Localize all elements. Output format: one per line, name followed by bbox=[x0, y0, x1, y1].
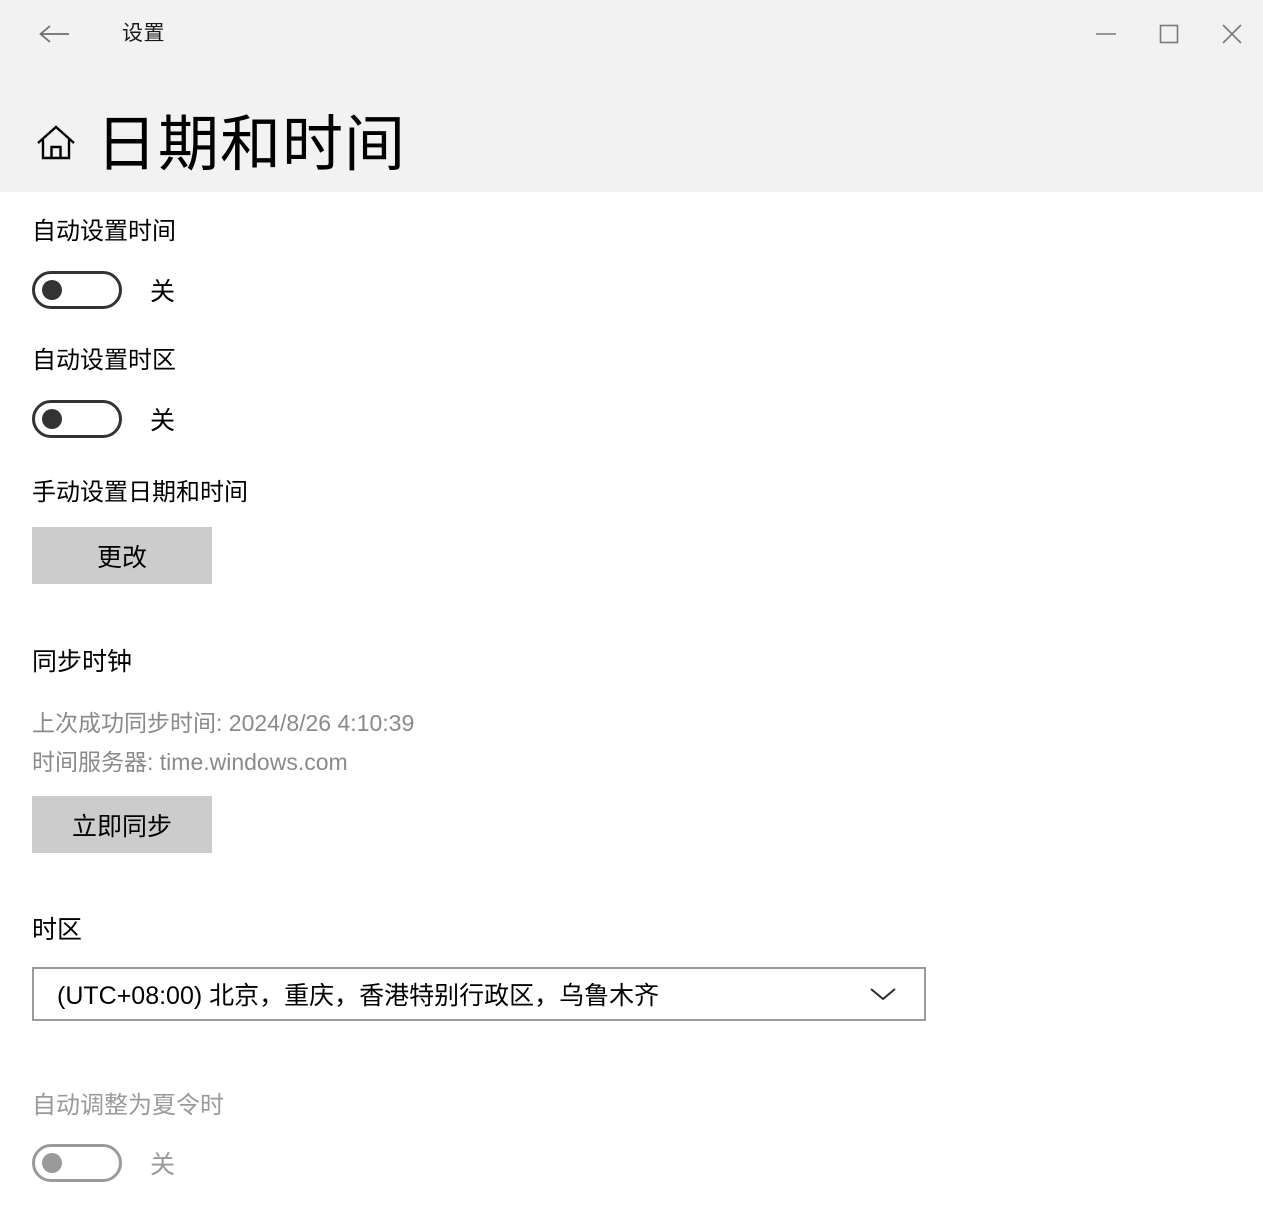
toggle-knob bbox=[42, 409, 62, 429]
auto-timezone-state: 关 bbox=[150, 407, 176, 435]
dst-label: 自动调整为夏令时 bbox=[32, 1092, 224, 1119]
app-title: 设置 bbox=[122, 22, 165, 45]
auto-timezone-label: 自动设置时区 bbox=[32, 347, 176, 374]
auto-timezone-toggle[interactable] bbox=[32, 400, 122, 438]
page-header: 日期和时间 bbox=[0, 68, 1263, 192]
sync-clock-heading: 同步时钟 bbox=[32, 648, 133, 676]
auto-time-state: 关 bbox=[150, 278, 176, 306]
maximize-icon bbox=[1158, 23, 1180, 45]
auto-timezone-toggle-row: 关 bbox=[32, 400, 175, 438]
home-button[interactable] bbox=[33, 120, 79, 166]
close-icon bbox=[1220, 22, 1244, 46]
dst-toggle-row: 关 bbox=[32, 1144, 175, 1182]
manual-datetime-label: 手动设置日期和时间 bbox=[32, 479, 248, 506]
toggle-knob bbox=[42, 280, 62, 300]
title-bar: 设置 bbox=[0, 0, 1263, 68]
dst-state: 关 bbox=[150, 1151, 176, 1179]
close-button[interactable] bbox=[1200, 0, 1263, 68]
toggle-knob bbox=[42, 1153, 62, 1173]
auto-time-label: 自动设置时间 bbox=[32, 218, 176, 245]
time-server-text: 时间服务器: time.windows.com bbox=[32, 749, 348, 775]
timezone-selected-value: (UTC+08:00) 北京，重庆，香港特别行政区，乌鲁木齐 bbox=[57, 982, 660, 1010]
timezone-label: 时区 bbox=[32, 916, 83, 944]
settings-content: 自动设置时间 关 自动设置时区 关 手动设置日期和时间 更改 同步时钟 上次成功… bbox=[0, 192, 1263, 1211]
back-button[interactable] bbox=[24, 12, 86, 56]
maximize-button[interactable] bbox=[1137, 0, 1200, 68]
sync-now-button[interactable]: 立即同步 bbox=[32, 796, 212, 853]
window-caption-buttons bbox=[1074, 0, 1263, 68]
timezone-dropdown[interactable]: (UTC+08:00) 北京，重庆，香港特别行政区，乌鲁木齐 bbox=[32, 967, 926, 1021]
minimize-button[interactable] bbox=[1074, 0, 1137, 68]
chevron-down-icon bbox=[868, 985, 924, 1003]
auto-time-toggle-row: 关 bbox=[32, 271, 175, 309]
home-icon bbox=[35, 123, 77, 163]
minimize-icon bbox=[1094, 27, 1118, 41]
page-title: 日期和时间 bbox=[96, 110, 407, 178]
dst-toggle[interactable] bbox=[32, 1144, 122, 1182]
change-datetime-button[interactable]: 更改 bbox=[32, 527, 212, 584]
last-sync-text: 上次成功同步时间: 2024/8/26 4:10:39 bbox=[32, 710, 415, 736]
auto-time-toggle[interactable] bbox=[32, 271, 122, 309]
back-arrow-icon bbox=[38, 22, 72, 46]
